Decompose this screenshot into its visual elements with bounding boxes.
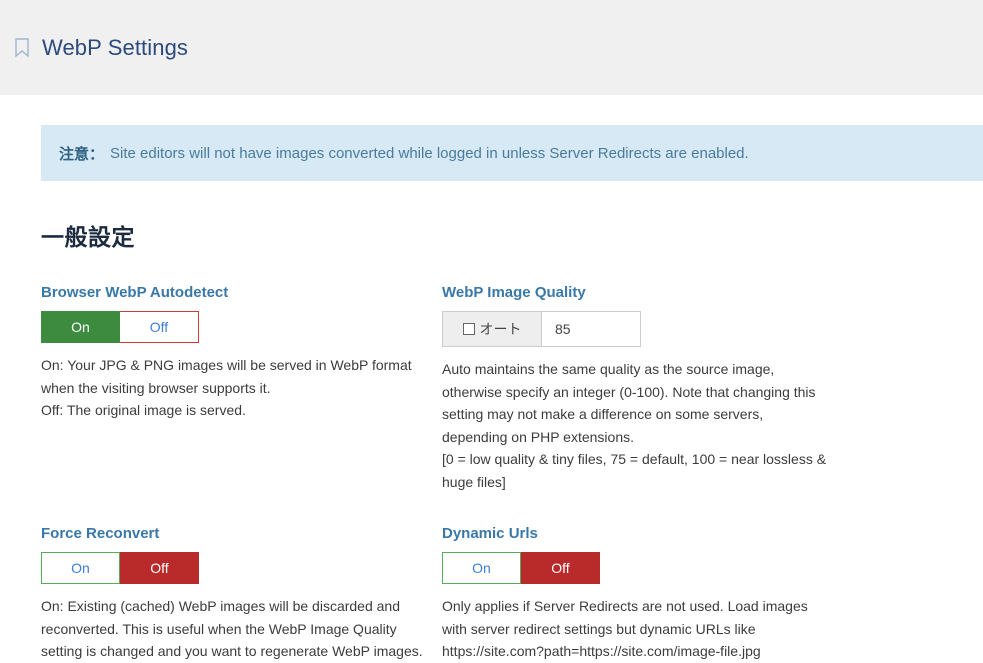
notice-label: 注意： <box>59 145 105 163</box>
page-header: WebP Settings <box>0 0 983 95</box>
desc-dynamic-urls: Only applies if Server Redirects are not… <box>442 595 827 663</box>
toggle-browser-autodetect-off[interactable]: Off <box>120 311 199 343</box>
toggle-dynamic-urls-on[interactable]: On <box>442 552 521 584</box>
field-label-force-reconvert: Force Reconvert <box>41 525 160 542</box>
desc-browser-autodetect: On: Your JPG & PNG images will be served… <box>41 354 426 422</box>
field-browser-autodetect: Browser WebP Autodetect On Off On: Your … <box>41 252 442 493</box>
notice-banner: 注意： Site editors will not have images co… <box>41 125 983 181</box>
toggle-force-reconvert-on[interactable]: On <box>41 552 120 584</box>
page-title: WebP Settings <box>42 34 189 60</box>
toggle-force-reconvert-off[interactable]: Off <box>120 552 199 584</box>
toggle-dynamic-urls-off[interactable]: Off <box>521 552 600 584</box>
settings-row-1: Browser WebP Autodetect On Off On: Your … <box>41 252 942 493</box>
settings-content: 一般設定 Browser WebP Autodetect On Off On: … <box>0 218 983 663</box>
notice-text: Site editors will not have images conver… <box>110 144 749 162</box>
desc-line: [0 = low quality & tiny files, 75 = defa… <box>442 451 827 490</box>
field-label-image-quality: WebP Image Quality <box>442 284 586 301</box>
field-label-browser-autodetect: Browser WebP Autodetect <box>41 284 229 301</box>
field-force-reconvert: Force Reconvert On Off On: Existing (cac… <box>41 493 442 663</box>
auto-quality-label: オート <box>479 321 522 337</box>
toggle-dynamic-urls[interactable]: On Off <box>442 552 600 584</box>
auto-quality-checkbox-wrapper[interactable]: オート <box>442 311 541 347</box>
field-dynamic-urls: Dynamic Urls On Off Only applies if Serv… <box>442 493 843 663</box>
toggle-force-reconvert[interactable]: On Off <box>41 552 199 584</box>
bookmark-icon <box>15 37 29 57</box>
desc-line: Off: The original image is served. <box>41 402 246 418</box>
checkbox-icon[interactable] <box>462 323 475 335</box>
toggle-browser-autodetect-on[interactable]: On <box>41 311 120 343</box>
field-image-quality: WebP Image Quality オート 85 Auto maintains… <box>442 252 843 493</box>
image-quality-input[interactable]: 85 <box>541 311 641 347</box>
desc-line: Only applies if Server Redirects are not… <box>442 598 808 659</box>
toggle-browser-autodetect[interactable]: On Off <box>41 311 199 343</box>
desc-line: On: Existing (cached) WebP images will b… <box>41 598 423 659</box>
desc-image-quality: Auto maintains the same quality as the s… <box>442 358 827 493</box>
desc-line: Auto maintains the same quality as the s… <box>442 361 816 445</box>
settings-row-2: Force Reconvert On Off On: Existing (cac… <box>41 493 942 663</box>
section-title: 一般設定 <box>41 224 135 250</box>
desc-force-reconvert: On: Existing (cached) WebP images will b… <box>41 595 426 663</box>
notice-wrapper: 注意： Site editors will not have images co… <box>0 95 983 181</box>
desc-line: On: Your JPG & PNG images will be served… <box>41 357 412 396</box>
input-group-image-quality[interactable]: オート 85 <box>442 311 641 347</box>
field-label-dynamic-urls: Dynamic Urls <box>442 525 538 542</box>
